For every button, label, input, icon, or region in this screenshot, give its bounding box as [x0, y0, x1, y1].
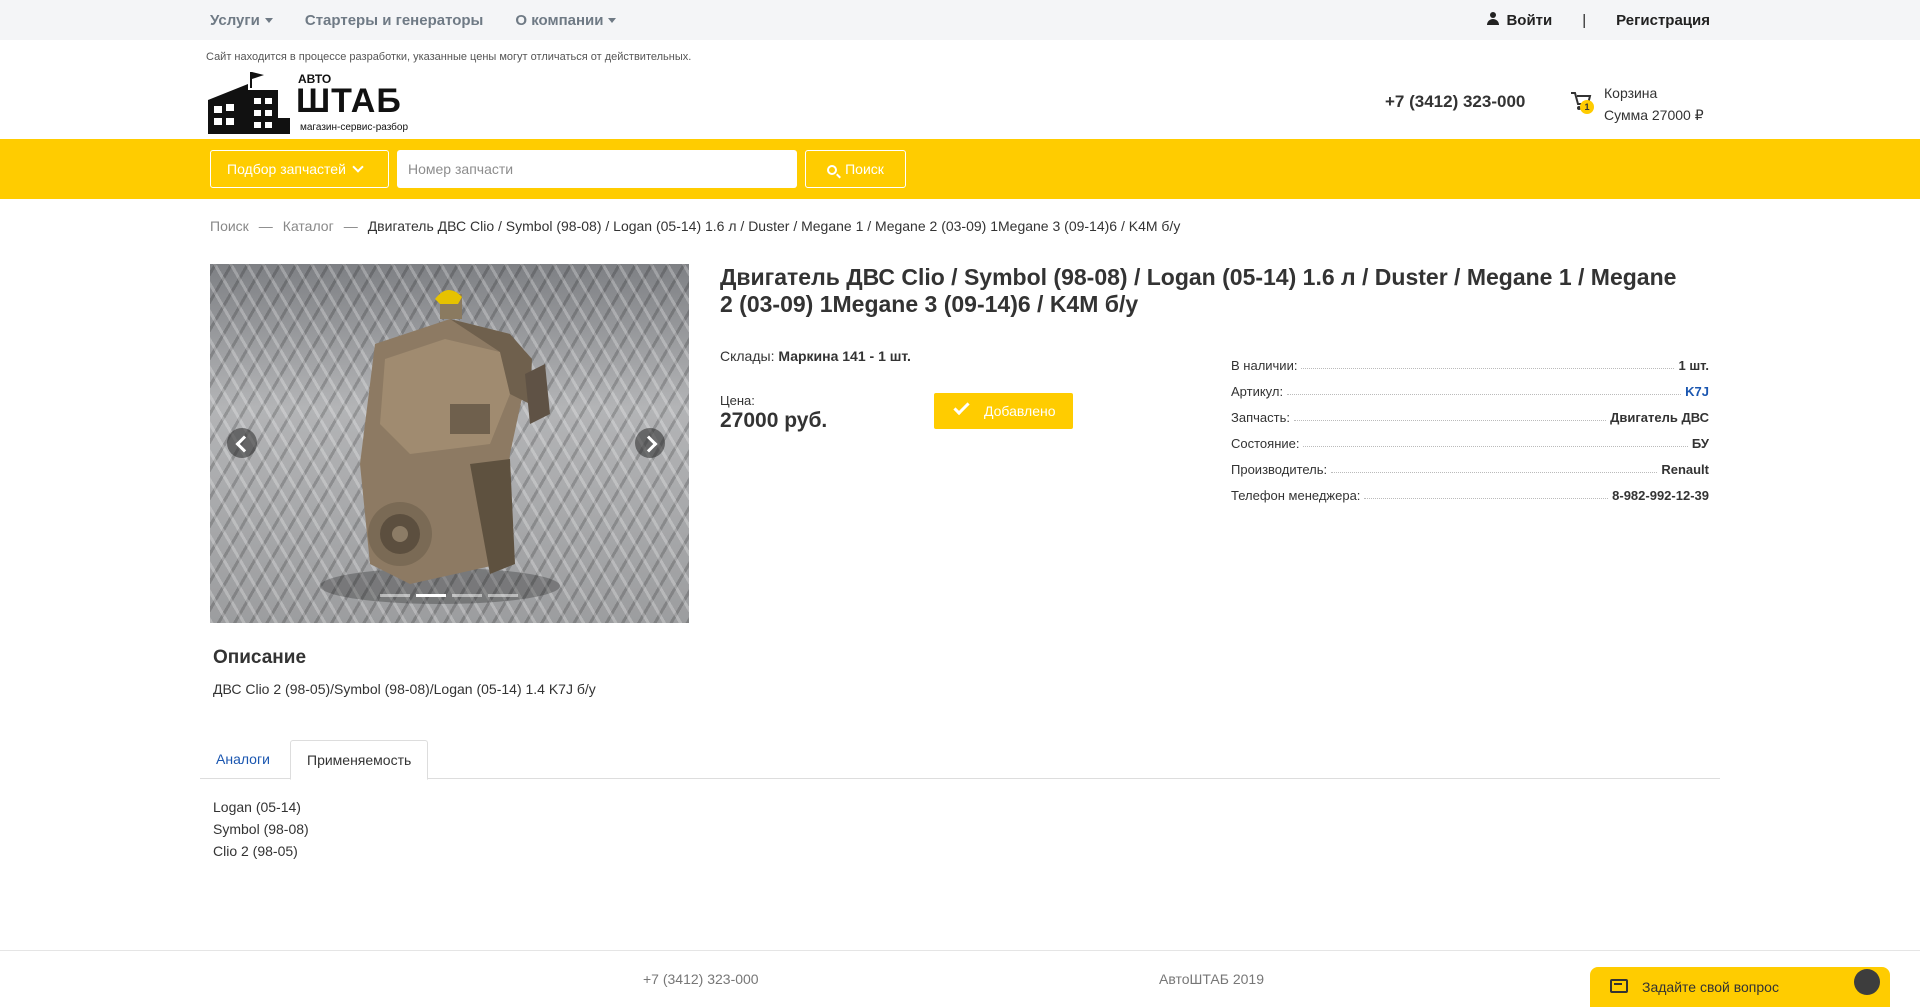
spec-dots: [1287, 394, 1682, 395]
article-link[interactable]: K7J: [1685, 384, 1709, 399]
nav-starters-link[interactable]: Стартеры и генераторы: [305, 12, 483, 29]
ask-question-label: Задайте свой вопрос: [1642, 979, 1779, 995]
parts-selection-label: Подбор запчастей: [227, 161, 346, 177]
login-link[interactable]: Войти: [1486, 11, 1553, 29]
tab-analogs[interactable]: Аналоги: [200, 740, 286, 780]
top-nav-links: Услуги Стартеры и генераторы О компании: [210, 0, 648, 40]
spec-dots: [1331, 472, 1658, 473]
widget-corner-icon[interactable]: [1854, 969, 1880, 995]
breadcrumb: Поиск — Каталог — Двигатель ДВС Clio / Symbo…: [210, 218, 1180, 234]
product-title: Двигатель ДВС Clio / Symbol (98-08) / Lo…: [720, 264, 1677, 317]
carousel-prev-button[interactable]: [227, 428, 257, 458]
login-label: Войти: [1506, 11, 1553, 29]
carousel-indicator-active[interactable]: [416, 594, 446, 597]
spec-label: Производитель:: [1231, 462, 1328, 477]
cart-summary[interactable]: Корзина Сумма 27000 ₽: [1604, 82, 1704, 126]
nav-about-menu[interactable]: О компании: [515, 11, 617, 29]
caret-down-icon: [264, 18, 273, 24]
spec-label: Телефон менеджера:: [1231, 488, 1361, 503]
spec-value: 1 шт.: [1678, 358, 1709, 373]
product-price: 27000 руб.: [720, 409, 828, 432]
spec-value: Двигатель ДВС: [1610, 410, 1709, 425]
nav-about-label: О компании: [515, 11, 604, 29]
spec-row-availability: В наличии: 1 шт.: [1231, 347, 1709, 373]
product-image-carousel[interactable]: [210, 264, 689, 623]
description-text: ДВС Clio 2 (98-05)/Symbol (98-08)/Logan …: [213, 681, 596, 697]
warehouse-label: Склады:: [720, 348, 775, 364]
spec-dots: [1301, 368, 1675, 369]
spec-dots: [1364, 498, 1609, 499]
chevron-down-icon: [352, 161, 364, 173]
user-icon: [1486, 11, 1500, 26]
spec-label: В наличии:: [1231, 358, 1298, 373]
warehouse-value: Маркина 141 - 1 шт.: [778, 348, 911, 364]
product-tabs: Аналоги Применяемость: [200, 740, 1720, 780]
nav-services-label: Услуги: [210, 11, 260, 29]
cart-sum: Сумма 27000 ₽: [1604, 107, 1704, 123]
spec-dots: [1293, 420, 1607, 421]
carousel-indicator[interactable]: [380, 594, 410, 597]
site-logo[interactable]: АВТО ШТАБ магазин-сервис-разбор: [208, 70, 424, 135]
ask-question-widget[interactable]: Задайте свой вопрос: [1590, 967, 1890, 1007]
check-icon: [953, 398, 970, 416]
carousel-indicators: [380, 594, 524, 597]
spec-value: Renault: [1661, 462, 1709, 477]
auth-links: Войти | Регистрация: [1486, 0, 1710, 40]
breadcrumb-search[interactable]: Поиск: [210, 218, 249, 234]
spec-row-condition: Состояние: БУ: [1231, 425, 1709, 451]
breadcrumb-current: Двигатель ДВС Clio / Symbol (98-08) / Lo…: [367, 218, 1181, 234]
breadcrumb-separator: —: [343, 218, 358, 234]
caret-down-icon: [608, 18, 617, 24]
part-number-input[interactable]: [397, 150, 797, 188]
top-navigation: Услуги Стартеры и генераторы О компании …: [0, 0, 1920, 40]
logo-big-text: ШТАБ: [296, 82, 402, 120]
list-item: Clio 2 (98-05): [213, 843, 298, 859]
cart-label: Корзина: [1604, 85, 1658, 101]
logo-tagline: магазин-сервис-разбор: [300, 122, 409, 133]
search-button[interactable]: Поиск: [805, 150, 906, 188]
spec-label: Артикул:: [1231, 384, 1284, 399]
register-link[interactable]: Регистрация: [1616, 12, 1710, 29]
spec-dots: [1303, 446, 1688, 447]
nav-services-menu[interactable]: Услуги: [210, 12, 273, 29]
search-button-label: Поиск: [845, 161, 884, 177]
spec-value: БУ: [1691, 436, 1709, 451]
spec-label: Состояние:: [1231, 436, 1300, 451]
building-logo-icon: [208, 72, 290, 134]
description-heading: Описание: [213, 647, 307, 668]
breadcrumb-catalog[interactable]: Каталог: [283, 218, 334, 234]
footer-phone[interactable]: +7 (3412) 323-000: [643, 971, 759, 987]
spec-row-manufacturer: Производитель: Renault: [1231, 451, 1709, 477]
price-label: Цена:: [720, 393, 755, 408]
product-specs: В наличии: 1 шт. Артикул: K7J Запчасть: Дви…: [1231, 347, 1709, 503]
list-item: Logan (05-14): [213, 799, 301, 815]
search-icon: [827, 165, 838, 175]
spec-label: Запчасть:: [1231, 410, 1290, 425]
added-to-cart-button[interactable]: Добавлено: [934, 393, 1073, 429]
footer-copyright: АвтоШТАБ 2019: [1159, 971, 1264, 987]
warehouse-info: Склады: Маркина 141 - 1 шт.: [720, 348, 911, 364]
auth-separator: |: [1582, 11, 1587, 29]
cart-count-badge: 1: [1580, 100, 1594, 114]
spec-row-manager-phone: Телефон менеджера: 8-982-992-12-39: [1231, 477, 1709, 503]
parts-selection-dropdown[interactable]: Подбор запчастей: [210, 150, 389, 188]
applicability-list: Logan (05-14) Symbol (98-08) Clio 2 (98-…: [213, 796, 309, 862]
carousel-indicator[interactable]: [452, 594, 482, 597]
dev-notice: Сайт находится в процессе разработки, ук…: [206, 51, 692, 63]
engine-photo: [320, 289, 560, 604]
spec-row-part: Запчасть: Двигатель ДВС: [1231, 399, 1709, 425]
spec-value: 8-982-992-12-39: [1612, 488, 1709, 503]
header-phone[interactable]: +7 (3412) 323-000: [1385, 92, 1525, 112]
list-item: Symbol (98-08): [213, 821, 309, 837]
tab-applicability[interactable]: Применяемость: [290, 740, 429, 780]
added-button-label: Добавлено: [984, 403, 1056, 419]
breadcrumb-separator: —: [258, 218, 273, 234]
spec-row-article: Артикул: K7J: [1231, 373, 1709, 399]
carousel-indicator[interactable]: [488, 594, 518, 597]
carousel-next-button[interactable]: [635, 428, 665, 458]
mail-icon: [1610, 979, 1628, 993]
